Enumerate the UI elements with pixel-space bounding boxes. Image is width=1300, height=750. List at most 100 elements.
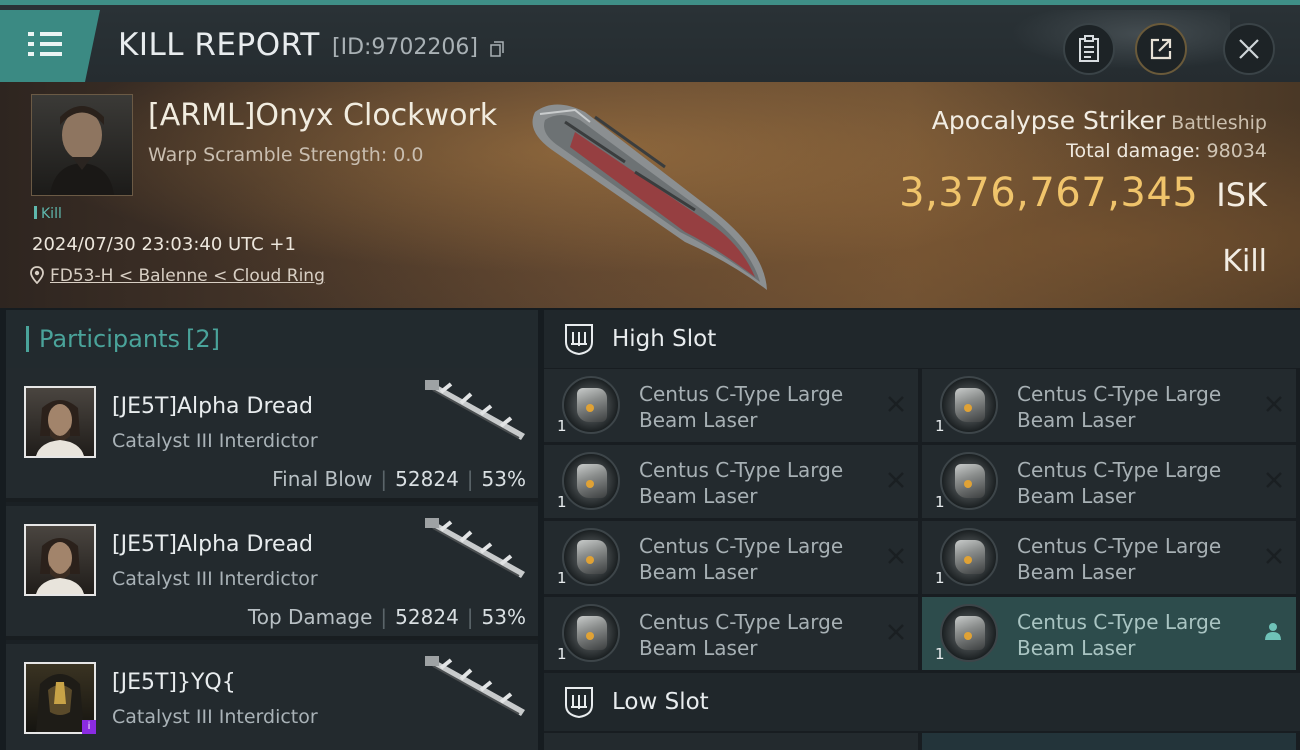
beam-laser-icon xyxy=(562,528,620,586)
isk-amount: 3,376,767,345 xyxy=(899,170,1199,216)
avatar-image xyxy=(36,538,84,594)
location-pin-icon xyxy=(30,266,44,284)
avatar[interactable] xyxy=(24,524,96,596)
participant-percent: 53% xyxy=(481,467,526,491)
copy-icon[interactable] xyxy=(490,41,504,57)
total-damage: Total damage: 98034 xyxy=(1066,140,1267,162)
user-icon xyxy=(1265,623,1281,640)
beam-laser-icon xyxy=(562,452,620,510)
beam-laser-icon xyxy=(940,452,998,510)
module-quantity: 1 xyxy=(935,645,945,663)
destroyed-icon xyxy=(888,472,904,488)
module-item[interactable]: 1 Centus C-Type Large Beam Laser xyxy=(544,369,918,442)
participant-stats: Top Damage | 52824 | 53% xyxy=(247,605,526,629)
high-slot-label: High Slot xyxy=(612,326,717,352)
warp-scramble-strength: Warp Scramble Strength: 0.0 xyxy=(148,144,424,166)
module-item-partial[interactable] xyxy=(922,733,1296,750)
module-name: Centus C-Type Large Beam Laser xyxy=(1017,382,1222,432)
destroyed-icon xyxy=(1266,548,1282,564)
victim-summary: [ARML]Onyx Clockwork Warp Scramble Stren… xyxy=(0,82,1300,308)
report-id: [ID:9702206] xyxy=(332,35,478,60)
ship-image xyxy=(532,104,767,290)
victim-portrait[interactable] xyxy=(31,94,133,196)
destroyed-icon xyxy=(888,396,904,412)
participants-title: Participants xyxy=(39,325,180,353)
participant-stats: Final Blow | 52824 | 53% xyxy=(272,467,526,491)
weapon-image xyxy=(425,656,525,716)
top-bar: KILL REPORT [ID:9702206] xyxy=(0,0,1300,82)
participant-row[interactable]: i [JE5T]}YQ{ Catalyst III Interdictor xyxy=(6,644,538,750)
participant-ship: Catalyst III Interdictor xyxy=(112,430,318,452)
info-badge-icon[interactable]: i xyxy=(82,720,96,734)
beam-laser-icon xyxy=(940,604,998,662)
destroyed-icon xyxy=(888,624,904,640)
module-quantity: 1 xyxy=(935,569,945,587)
module-item[interactable]: 1 Centus C-Type Large Beam Laser xyxy=(922,597,1296,670)
ship-class: Battleship xyxy=(1171,112,1267,134)
module-quantity: 1 xyxy=(935,493,945,511)
module-item[interactable]: 1 Centus C-Type Large Beam Laser xyxy=(544,445,918,518)
module-name: Centus C-Type Large Beam Laser xyxy=(639,610,844,660)
high-slot-icon xyxy=(565,324,593,356)
weapon-image xyxy=(425,380,525,440)
destroyed-icon xyxy=(1266,396,1282,412)
participants-header: Participants [2] xyxy=(6,310,538,368)
avatar[interactable] xyxy=(24,386,96,458)
participant-row[interactable]: [JE5T]Alpha Dread Catalyst III Interdict… xyxy=(6,506,538,640)
module-item[interactable]: 1 Centus C-Type Large Beam Laser xyxy=(922,445,1296,518)
module-quantity: 1 xyxy=(935,417,945,435)
beam-laser-icon xyxy=(940,376,998,434)
share-icon xyxy=(1150,38,1172,60)
beam-laser-icon xyxy=(562,604,620,662)
module-name: Centus C-Type Large Beam Laser xyxy=(639,382,844,432)
participant-role: Top Damage xyxy=(247,605,373,629)
clipboard-button[interactable] xyxy=(1063,23,1115,75)
kill-location[interactable]: FD53-H < Balenne < Cloud Ring xyxy=(30,266,325,286)
menu-button[interactable] xyxy=(0,10,100,82)
participant-ship: Catalyst III Interdictor xyxy=(112,568,318,590)
beam-laser-icon xyxy=(562,376,620,434)
participant-name: [JE5T]Alpha Dread xyxy=(112,394,314,419)
module-name: Centus C-Type Large Beam Laser xyxy=(1017,610,1222,660)
low-slot-icon xyxy=(565,687,593,719)
module-name: Centus C-Type Large Beam Laser xyxy=(1017,534,1222,584)
avatar[interactable]: i xyxy=(24,662,96,734)
participant-row[interactable]: [JE5T]Alpha Dread Catalyst III Interdict… xyxy=(6,368,538,502)
ship-name: Apocalypse Striker xyxy=(931,106,1166,135)
clipboard-icon xyxy=(1079,35,1099,62)
module-name: Centus C-Type Large Beam Laser xyxy=(1017,458,1222,508)
participant-name: [JE5T]Alpha Dread xyxy=(112,532,314,557)
isk-value: 3,376,767,345 ISK xyxy=(899,170,1267,216)
module-quantity: 1 xyxy=(557,417,567,435)
participant-name: [JE5T]}YQ{ xyxy=(112,670,236,695)
participant-percent: 53% xyxy=(481,605,526,629)
participant-damage: 52824 xyxy=(395,605,459,629)
isk-unit: ISK xyxy=(1216,176,1267,214)
low-slot-header: Low Slot xyxy=(544,673,1300,731)
beam-laser-icon xyxy=(940,528,998,586)
module-item[interactable]: 1 Centus C-Type Large Beam Laser xyxy=(544,521,918,594)
fitting-panel: High Slot 1 Centus C-Type Large Beam Lase… xyxy=(544,310,1300,750)
high-slot-header: High Slot xyxy=(544,310,1300,368)
weapon-image xyxy=(425,518,525,578)
share-button[interactable] xyxy=(1135,23,1187,75)
header-accent xyxy=(26,326,29,352)
destroyed-icon xyxy=(1266,472,1282,488)
destroyed-icon xyxy=(888,548,904,564)
module-item[interactable]: 1 Centus C-Type Large Beam Laser xyxy=(544,597,918,670)
module-item[interactable]: 1 Centus C-Type Large Beam Laser xyxy=(922,521,1296,594)
participant-damage: 52824 xyxy=(395,467,459,491)
module-name: Centus C-Type Large Beam Laser xyxy=(639,534,844,584)
module-item[interactable]: 1 Centus C-Type Large Beam Laser xyxy=(922,369,1296,442)
module-name: Centus C-Type Large Beam Laser xyxy=(639,458,844,508)
module-quantity: 1 xyxy=(557,493,567,511)
victim-ship[interactable]: Apocalypse Striker Battleship xyxy=(932,106,1267,135)
location-link[interactable]: FD53-H < Balenne < Cloud Ring xyxy=(50,266,325,286)
victim-name[interactable]: [ARML]Onyx Clockwork xyxy=(148,98,497,133)
module-item-partial[interactable] xyxy=(544,733,918,750)
close-button[interactable] xyxy=(1223,23,1275,75)
participants-count: [2] xyxy=(185,325,220,353)
result-label: Kill xyxy=(1222,244,1267,279)
participant-ship: Catalyst III Interdictor xyxy=(112,706,318,728)
portrait-image xyxy=(50,106,114,195)
